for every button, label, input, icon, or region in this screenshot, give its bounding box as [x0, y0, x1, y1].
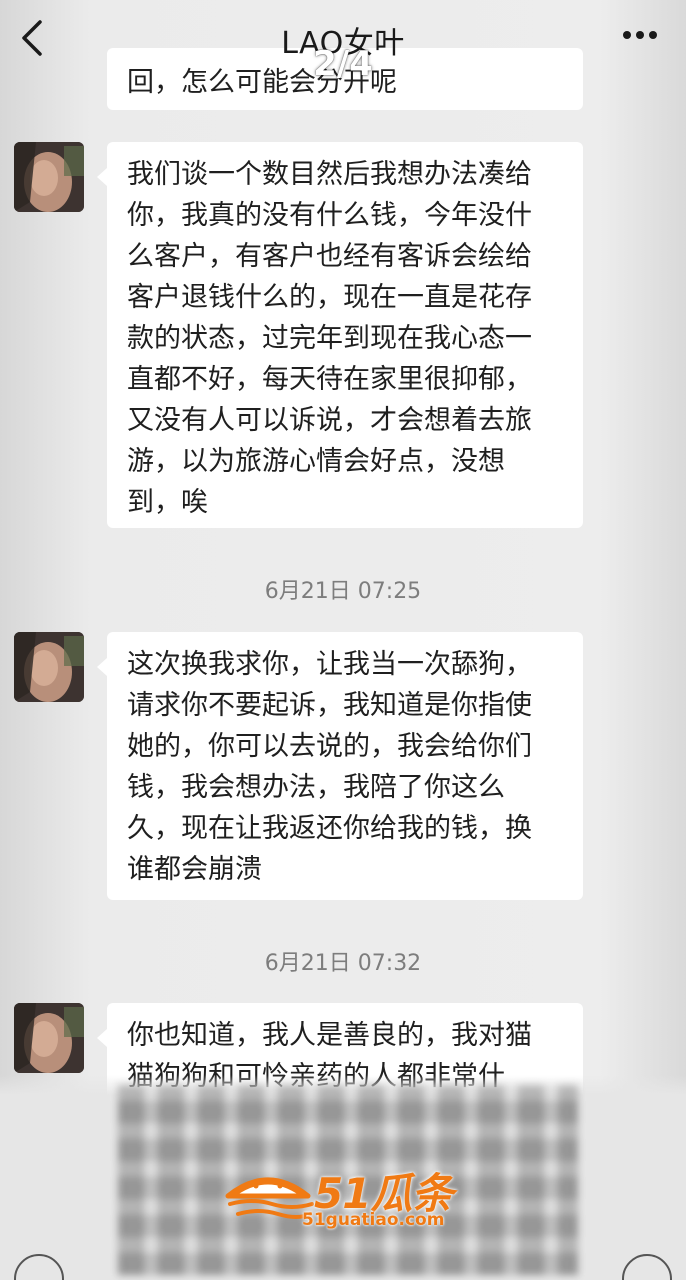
- message-line: 这次换我求你，让我当一次舔狗，: [127, 649, 532, 680]
- watermark-url: 51guatiao.com: [302, 1210, 445, 1230]
- message-bubble[interactable]: 我们谈一个数目然后我想办法凑给 你，我真的没有什么钱，今年没什 么客户，有客户也…: [97, 142, 583, 528]
- message-line: 游，以为旅游心情会好点，没想: [127, 446, 505, 477]
- avatar[interactable]: [14, 1003, 84, 1073]
- message-line: 钱，我会想办法，我陪了你这么: [127, 772, 505, 803]
- message-line: 又没有人可以诉说，才会想着去旅: [127, 405, 532, 436]
- message-line: 久，现在让我返还你给我的钱，换: [127, 813, 532, 844]
- watermelon-logo-icon: [225, 1177, 314, 1219]
- message-line: 你也知道，我人是善良的，我对猫: [127, 1020, 532, 1051]
- message-line: 请求你不要起诉，我知道是你指使: [127, 690, 532, 721]
- message-line: 直都不好，每天待在家里很抑郁，: [127, 364, 532, 395]
- message-line: 到，唉: [127, 487, 208, 518]
- timestamp: 6月21日 07:32: [264, 951, 422, 976]
- message-line: 谁都会崩溃: [127, 854, 262, 885]
- page-indicator: 2/4: [313, 44, 373, 84]
- message-line: 你，我真的没有什么钱，今年没什: [127, 200, 532, 231]
- message-bubble[interactable]: 这次换我求你，让我当一次舔狗， 请求你不要起诉，我知道是你指使 她的，你可以去说…: [97, 632, 583, 900]
- message-line: 客户退钱什么的，现在一直是花存: [127, 282, 532, 313]
- message-line: 她的，你可以去说的，我会给你们: [127, 731, 532, 762]
- message-line: 么客户，有客户也经有客诉会绘给: [127, 241, 532, 272]
- message-line: 我们谈一个数目然后我想办法凑给: [127, 159, 532, 190]
- message-line: 款的状态，过完年到现在我心态一: [127, 323, 532, 354]
- more-dots-icon[interactable]: [622, 28, 658, 42]
- timestamp: 6月21日 07:25: [264, 579, 422, 604]
- avatar[interactable]: [14, 632, 84, 702]
- avatar[interactable]: [14, 142, 84, 212]
- watermark: 51瓜条 51guatiao.com: [222, 1160, 472, 1240]
- chat-screen: 回，怎么可能会分开呢 LAO女叶 2/4 我们谈一个数目然后我想办法凑给 你，我…: [0, 0, 686, 1280]
